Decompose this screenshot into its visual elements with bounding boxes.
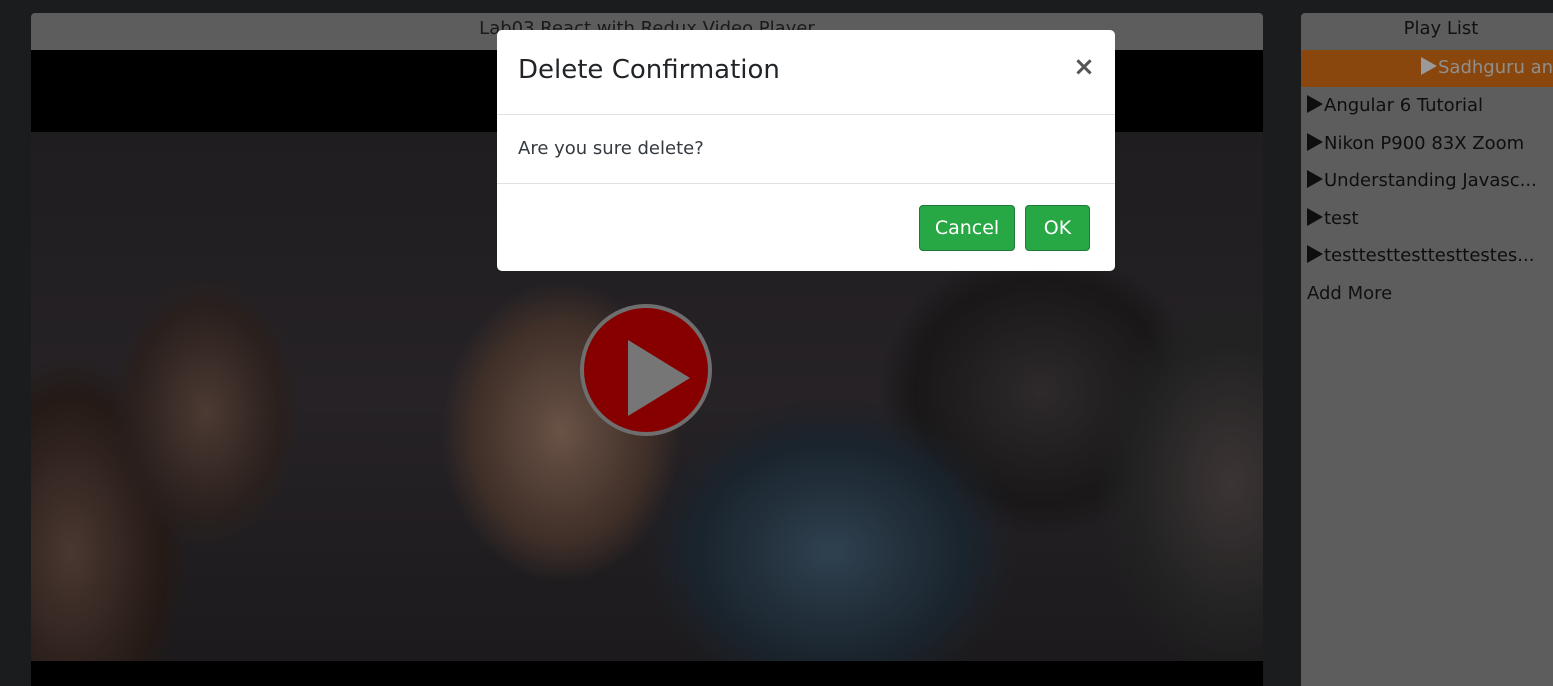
playlist-panel: Play List Sadhguru and Angular 6 Tutoria…	[1301, 13, 1553, 686]
close-icon[interactable]: ×	[1072, 54, 1096, 82]
modal-title: Delete Confirmation	[518, 55, 780, 85]
play-triangle-icon	[1307, 132, 1323, 151]
play-triangle-icon	[1307, 170, 1323, 188]
playlist-item-label: Angular 6 Tutorial	[1324, 95, 1484, 116]
playlist-item-label: testtesttesttesttestes...	[1324, 245, 1535, 266]
playlist-item[interactable]: Nikon P900 83X Zoom	[1301, 125, 1553, 163]
delete-confirmation-modal: Delete Confirmation × Are you sure delet…	[497, 30, 1115, 271]
modal-message: Are you sure delete?	[518, 138, 704, 159]
cancel-button[interactable]: Cancel	[919, 205, 1015, 251]
play-triangle-icon	[1307, 207, 1323, 226]
playlist-item[interactable]: test	[1301, 200, 1553, 238]
ok-button[interactable]: OK	[1025, 205, 1090, 251]
play-icon	[628, 340, 690, 416]
play-triangle-icon	[1421, 57, 1437, 75]
playlist-title: Play List	[1403, 18, 1479, 39]
playlist-item-label: Sadhguru and	[1438, 57, 1553, 78]
play-button[interactable]	[580, 304, 712, 436]
add-more-link[interactable]: Add More	[1301, 275, 1553, 312]
playlist-item-label: test	[1324, 207, 1359, 229]
playlist-item[interactable]: Understanding Javasc...	[1301, 162, 1553, 200]
playlist-item-label: Nikon P900 83X Zoom	[1324, 132, 1525, 154]
modal-body: Are you sure delete?	[497, 115, 1115, 184]
playlist-item[interactable]: Angular 6 Tutorial	[1301, 87, 1553, 125]
playlist-item-label: Understanding Javasc...	[1324, 170, 1537, 191]
playlist-item-active[interactable]: Sadhguru and	[1301, 50, 1553, 87]
play-triangle-icon	[1307, 95, 1323, 113]
modal-header: Delete Confirmation ×	[497, 30, 1115, 115]
play-triangle-icon	[1307, 245, 1323, 263]
playlist-item[interactable]: testtesttesttesttestes...	[1301, 237, 1553, 275]
